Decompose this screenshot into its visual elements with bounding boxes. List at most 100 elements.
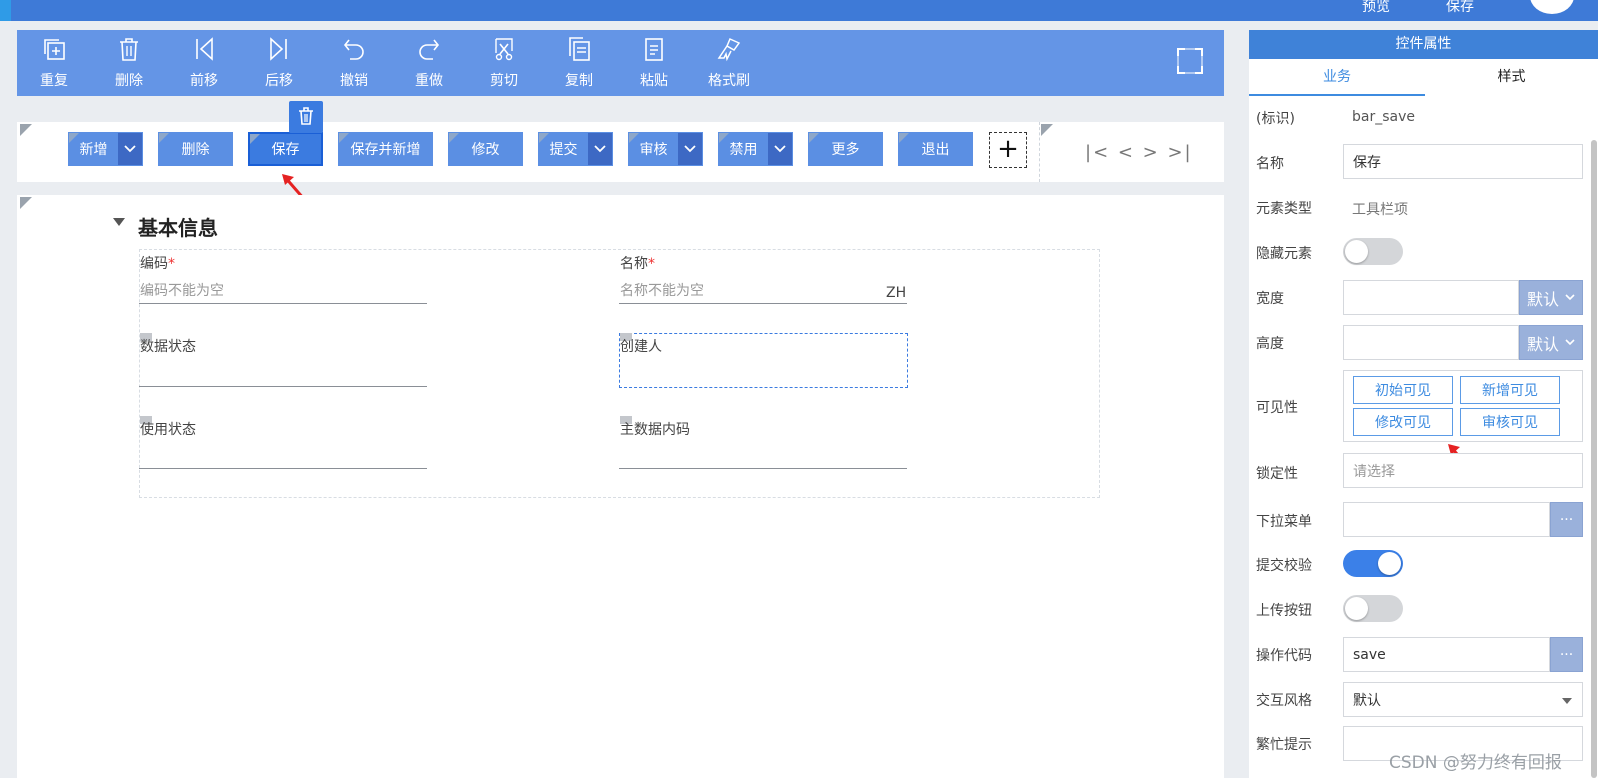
chevron-down-icon[interactable]	[768, 133, 792, 165]
field-creator-label: 创建人	[620, 339, 662, 355]
height-unit-select[interactable]: 默认	[1519, 325, 1583, 360]
redo-icon	[419, 39, 440, 60]
lock-label: 锁定性	[1256, 466, 1298, 482]
id-value: bar_save	[1352, 109, 1415, 125]
bar-button-label: 删除	[181, 142, 210, 158]
bar-button-save-and-add[interactable]: 保存并新增	[338, 132, 433, 166]
field-code-input[interactable]: 编码不能为空	[140, 280, 224, 300]
language-suffix[interactable]: ZH	[886, 285, 906, 301]
corner-marker	[20, 197, 32, 209]
tool-label: 剪切	[490, 73, 518, 89]
trash-icon	[120, 38, 138, 61]
avatar[interactable]	[1530, 0, 1574, 14]
height-input[interactable]	[1343, 325, 1519, 360]
tool-move-forward[interactable]: 前移	[174, 30, 234, 96]
tool-label: 撤销	[340, 73, 368, 89]
pager-nav[interactable]: |< < > >|	[1085, 142, 1193, 163]
section-title: 基本信息	[138, 216, 218, 240]
bar-button-submit[interactable]: 提交	[538, 132, 613, 166]
preview-button[interactable]: 预览	[1362, 0, 1390, 16]
dropdown-menu-input[interactable]	[1343, 502, 1550, 537]
field-use-status-label: 使用状态	[140, 422, 196, 438]
bar-button-exit[interactable]: 退出	[898, 132, 973, 166]
width-input[interactable]	[1343, 280, 1519, 315]
bar-button-label: 审核	[639, 142, 668, 158]
tool-duplicate[interactable]: 重复	[24, 30, 84, 96]
chevron-down-icon[interactable]	[118, 133, 142, 165]
type-label: 元素类型	[1256, 201, 1312, 217]
field-underline[interactable]	[619, 468, 907, 469]
upload-label: 上传按钮	[1256, 603, 1312, 619]
dropdown-menu-more-button[interactable]: ···	[1550, 502, 1583, 537]
panel-title: 控件属性	[1249, 30, 1598, 59]
bar-button-add[interactable]: 新增	[68, 132, 143, 166]
bar-button-label: 新增	[79, 142, 108, 158]
undo-icon	[343, 39, 364, 60]
tab-style[interactable]: 样式	[1425, 59, 1598, 96]
corner-marker	[1041, 124, 1053, 136]
lock-select[interactable]: 请选择	[1343, 453, 1583, 488]
add-button[interactable]: +	[989, 132, 1027, 168]
visibility-edit-button[interactable]: 修改可见	[1353, 408, 1453, 436]
hidden-toggle[interactable]	[1343, 238, 1403, 265]
bar-button-label: 退出	[921, 142, 950, 158]
visibility-audit-button[interactable]: 审核可见	[1460, 408, 1560, 436]
height-label: 高度	[1256, 336, 1284, 352]
tool-format-brush[interactable]: 格式刷	[699, 30, 759, 96]
field-data-status-label: 数据状态	[140, 339, 196, 355]
field-creator-selected[interactable]	[619, 333, 908, 388]
bar-button-save[interactable]: 保存	[248, 132, 323, 166]
tool-label: 重复	[40, 73, 68, 89]
bar-button-delete[interactable]: 删除	[158, 132, 233, 166]
opcode-more-button[interactable]: ···	[1550, 637, 1583, 672]
chevron-down-icon	[1565, 339, 1575, 346]
tool-undo[interactable]: 撤销	[324, 30, 384, 96]
tool-redo[interactable]: 重做	[399, 30, 459, 96]
field-master-code-label: 主数据内码	[620, 422, 690, 438]
bar-button-more[interactable]: 更多	[808, 132, 883, 166]
submit-check-toggle[interactable]	[1343, 550, 1403, 577]
width-unit-select[interactable]: 默认	[1519, 280, 1583, 315]
tool-paste[interactable]: 粘贴	[624, 30, 684, 96]
name-input[interactable]: 保存	[1343, 144, 1583, 179]
fullscreen-icon[interactable]	[1175, 46, 1205, 76]
visibility-add-button[interactable]: 新增可见	[1460, 376, 1560, 404]
save-button[interactable]: 保存	[1446, 0, 1474, 16]
field-underline[interactable]	[139, 386, 427, 387]
bar-button-audit[interactable]: 审核	[628, 132, 703, 166]
chevron-down-icon[interactable]	[678, 133, 702, 165]
panel-scrollbar[interactable]	[1591, 140, 1597, 778]
bar-button-disable[interactable]: 禁用	[718, 132, 793, 166]
tab-business[interactable]: 业务	[1249, 59, 1425, 96]
copy-icon	[569, 37, 590, 61]
tool-label: 前移	[190, 73, 218, 89]
tool-move-back[interactable]: 后移	[249, 30, 309, 96]
bar-button-label: 保存	[271, 142, 300, 158]
interaction-select[interactable]: 默认	[1343, 682, 1583, 717]
delete-selected-button[interactable]	[289, 101, 323, 133]
top-bar: 预览 保存	[0, 0, 1598, 21]
move-back-icon	[270, 37, 287, 61]
field-name-input[interactable]: 名称不能为空	[620, 280, 704, 300]
format-brush-icon	[717, 38, 741, 62]
opcode-input[interactable]: save	[1343, 637, 1550, 672]
tool-cut[interactable]: 剪切	[474, 30, 534, 96]
width-label: 宽度	[1256, 291, 1284, 307]
bar-button-label: 提交	[549, 142, 578, 158]
opcode-label: 操作代码	[1256, 648, 1312, 664]
designer-toolbar: 重复 删除 前移 后移 撤销 重做 剪切 复制 粘贴 格式刷	[17, 30, 1224, 96]
visibility-initial-button[interactable]: 初始可见	[1353, 376, 1453, 404]
scissors-icon	[495, 38, 513, 61]
caret-down-icon	[1562, 698, 1572, 704]
field-underline	[139, 303, 427, 304]
collapse-triangle-icon[interactable]	[113, 217, 125, 227]
bar-button-edit[interactable]: 修改	[448, 132, 523, 166]
field-underline[interactable]	[139, 468, 427, 469]
chevron-down-icon[interactable]	[588, 133, 612, 165]
tool-copy[interactable]: 复制	[549, 30, 609, 96]
tool-delete[interactable]: 删除	[99, 30, 159, 96]
hidden-label: 隐藏元素	[1256, 246, 1312, 262]
bar-button-label: 修改	[471, 142, 500, 158]
corner-marker	[20, 124, 32, 136]
upload-toggle[interactable]	[1343, 595, 1403, 622]
